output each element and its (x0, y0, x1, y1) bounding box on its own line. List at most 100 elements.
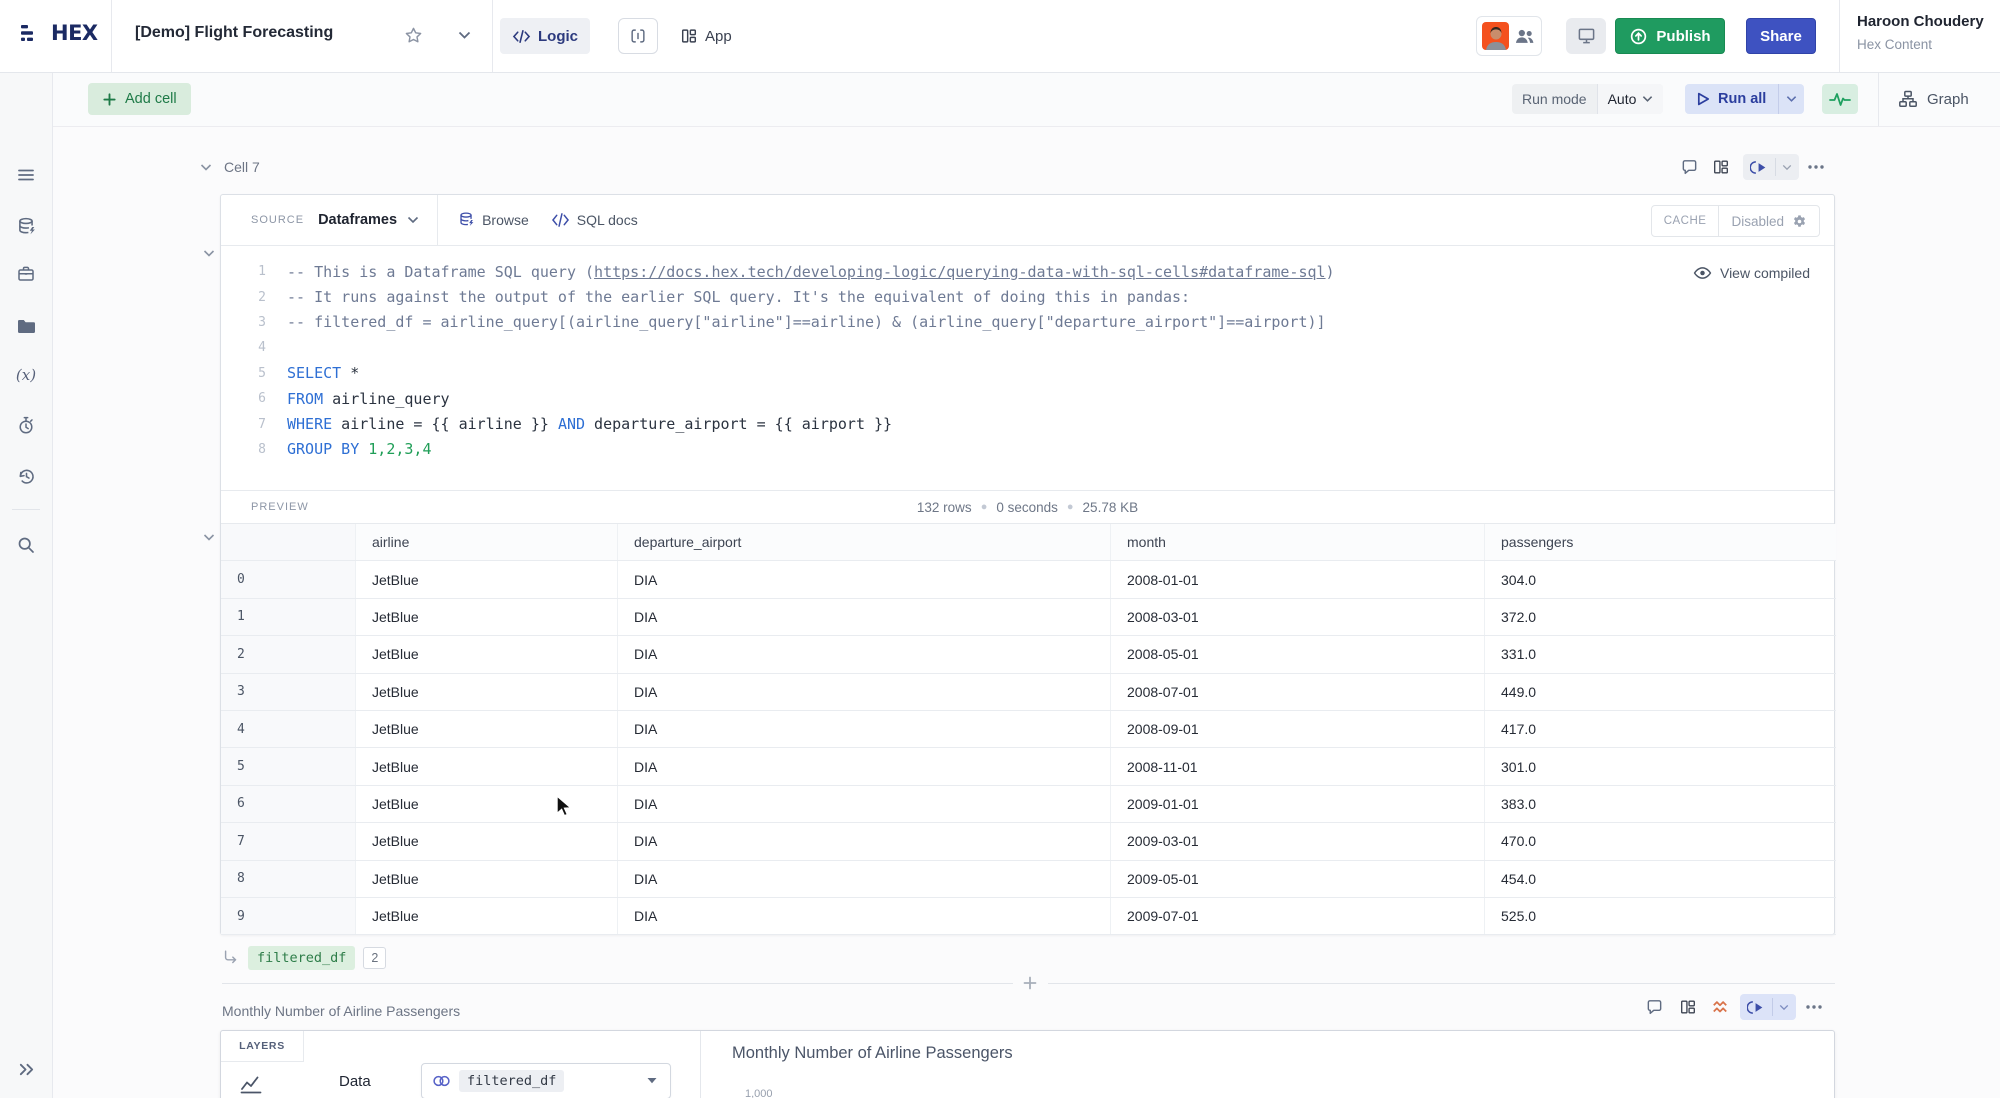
row-index: 7 (221, 823, 356, 860)
run-cell-options-icon[interactable] (1776, 164, 1798, 171)
run-cell-options-icon[interactable] (1773, 1004, 1795, 1011)
users-icon (1516, 29, 1534, 43)
publish-button[interactable]: Publish (1615, 18, 1725, 54)
line-chart-layer-icon[interactable] (239, 1073, 263, 1095)
title-menu-caret-icon[interactable] (458, 31, 471, 40)
table-row[interactable]: 8 JetBlue DIA 2009-05-01 454.0 (221, 860, 1836, 898)
add-cell-button[interactable]: Add cell (88, 83, 191, 115)
comment-icon[interactable] (1643, 996, 1665, 1018)
cell-output-row: filtered_df 2 (222, 942, 387, 974)
output-variable-chip[interactable]: filtered_df (248, 946, 356, 970)
gear-icon[interactable] (1792, 214, 1807, 229)
play-icon (1697, 92, 1710, 106)
table-row[interactable]: 1 JetBlue DIA 2008-03-01 372.0 (221, 598, 1836, 637)
table-cell: DIA (618, 710, 1111, 748)
search-icon[interactable] (14, 533, 38, 557)
column-header[interactable]: airline (356, 524, 618, 561)
tab-app[interactable]: App (668, 18, 744, 54)
layers-tab[interactable]: LAYERS (221, 1031, 304, 1062)
chart-cell-label: Monthly Number of Airline Passengers (222, 1003, 461, 1019)
column-header[interactable]: month (1111, 524, 1485, 561)
column-header[interactable]: departure_airport (618, 524, 1111, 561)
sql-docs-link[interactable]: SQL docs (551, 212, 638, 228)
run-all-button[interactable]: Run all (1685, 84, 1805, 114)
data-sources-icon[interactable] (14, 214, 38, 238)
top-bar: HEX [Demo] Flight Forecasting Logic App (0, 0, 2000, 73)
code-icon (551, 213, 569, 227)
more-options-icon[interactable] (1803, 996, 1825, 1018)
split-view-button[interactable] (618, 18, 658, 54)
menu-icon[interactable] (14, 163, 38, 187)
table-cell: DIA (618, 785, 1111, 823)
collapse-table-icon[interactable] (203, 533, 215, 542)
collapse-code-icon[interactable] (203, 249, 215, 258)
share-button[interactable]: Share (1746, 18, 1816, 54)
table-header-row: airline departure_airport month passengers (221, 524, 1836, 562)
run-mode-control[interactable]: Run mode Auto (1512, 84, 1664, 114)
share-label: Share (1760, 27, 1802, 45)
table-row[interactable]: 3 JetBlue DIA 2008-07-01 449.0 (221, 673, 1836, 711)
dataframe-select[interactable]: filtered_df (421, 1063, 671, 1098)
table-row[interactable]: 7 JetBlue DIA 2009-03-01 470.0 (221, 823, 1836, 861)
comment-icon[interactable] (1678, 156, 1700, 178)
table-row[interactable]: 6 JetBlue DIA 2009-01-01 383.0 (221, 785, 1836, 824)
kernel-activity-button[interactable] (1822, 84, 1858, 114)
sidebar-divider (12, 509, 40, 510)
hex-logo[interactable]: HEX (20, 21, 98, 45)
presence-group[interactable] (1476, 16, 1542, 56)
cell-layout-icon[interactable] (1710, 156, 1732, 178)
table-cell: 383.0 (1501, 795, 1537, 812)
history-icon[interactable] (14, 464, 38, 488)
run-cell-control[interactable] (1740, 994, 1796, 1020)
run-cell-icon[interactable] (1743, 159, 1775, 176)
files-icon[interactable] (14, 314, 38, 338)
insert-cell-plus-icon[interactable] (1022, 975, 1038, 991)
table-row[interactable]: 4 JetBlue DIA 2008-09-01 417.0 (221, 710, 1836, 749)
cell-layout-icon[interactable] (1677, 996, 1699, 1018)
stale-cell-icon[interactable] (1709, 996, 1731, 1018)
present-mode-button[interactable] (1566, 18, 1606, 54)
more-options-icon[interactable] (1805, 156, 1827, 178)
collapse-cell-icon[interactable] (200, 163, 212, 172)
cache-badge[interactable]: CACHE Disabled (1650, 205, 1820, 237)
table-row[interactable]: 9 JetBlue DIA 2009-07-01 525.0 (221, 897, 1836, 936)
table-row[interactable]: 5 JetBlue DIA 2008-11-01 301.0 (221, 748, 1836, 786)
view-compiled-link[interactable]: View compiled (1693, 265, 1810, 281)
run-all-options-button[interactable] (1778, 84, 1804, 114)
packages-icon[interactable] (14, 262, 38, 286)
code-line: 5 SELECT * (221, 361, 1834, 386)
graph-view-button[interactable]: Graph (1898, 84, 1969, 114)
expand-sidebar-icon[interactable] (14, 1057, 38, 1081)
row-index: 9 (221, 897, 356, 935)
code-line: 8 GROUP BY 1,2,3,4 (221, 437, 1834, 462)
publish-label: Publish (1656, 27, 1711, 45)
table-row[interactable]: 2 JetBlue DIA 2008-05-01 331.0 (221, 636, 1836, 674)
variables-icon[interactable]: (x) (14, 363, 38, 387)
row-index: 6 (221, 785, 356, 823)
add-cell-divider-line (222, 983, 1013, 984)
browse-link[interactable]: Browse (458, 211, 529, 229)
source-caret-icon[interactable] (407, 216, 419, 224)
table-cell: 2009-07-01 (1111, 897, 1485, 935)
table-cell: JetBlue (356, 823, 618, 860)
code-line: 4 (221, 335, 1834, 360)
line-number: 4 (258, 340, 266, 356)
view-compiled-label: View compiled (1719, 265, 1810, 281)
column-header[interactable]: passengers (1485, 524, 1836, 561)
sql-code-editor[interactable]: 1 -- This is a Dataframe SQL query (https… (221, 246, 1834, 462)
run-cell-icon[interactable] (1740, 999, 1772, 1016)
table-cell: DIA (618, 561, 1111, 598)
index-column-header[interactable] (221, 524, 356, 561)
run-cell-control[interactable] (1743, 154, 1799, 180)
tab-logic[interactable]: Logic (500, 18, 590, 54)
table-body: 0 JetBlue DIA 2008-01-01 304.0 1 JetBlue DIA 200… (221, 561, 1836, 936)
table-cell: 304.0 (1501, 571, 1537, 588)
notebook-toolbar: Add cell Run mode Auto Run all Graph (52, 72, 2000, 127)
favorite-star-icon[interactable] (404, 26, 423, 45)
project-title[interactable]: [Demo] Flight Forecasting (135, 24, 333, 42)
scheduled-runs-icon[interactable] (14, 413, 38, 437)
user-name: Haroon Choudery (1857, 13, 1984, 30)
collaborator-avatar (1482, 22, 1510, 50)
source-dropdown[interactable]: Dataframes (318, 212, 397, 228)
table-row[interactable]: 0 JetBlue DIA 2008-01-01 304.0 (221, 561, 1836, 599)
